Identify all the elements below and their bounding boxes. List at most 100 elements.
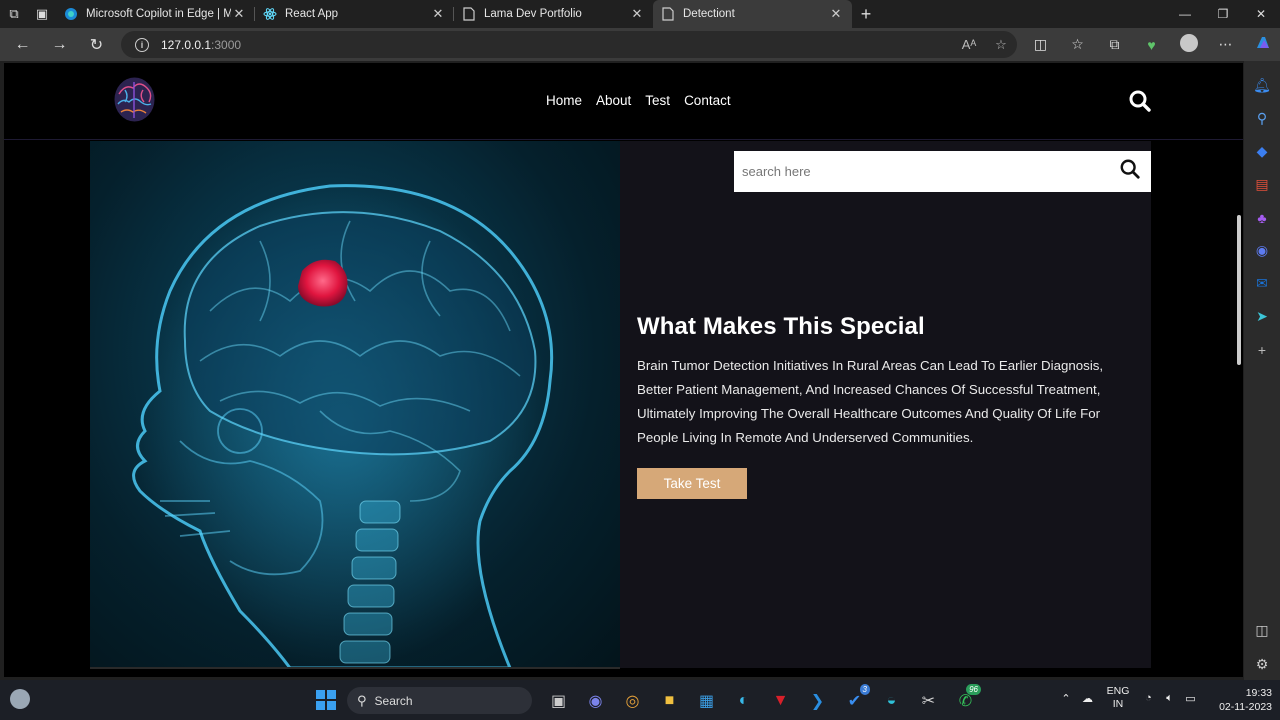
favorite-star-icon[interactable]: ☆	[985, 37, 1017, 53]
vscode-icon[interactable]: ❯	[799, 688, 836, 713]
browser-essentials-icon[interactable]: ♥	[1133, 37, 1170, 53]
weather-icon[interactable]	[10, 689, 30, 709]
tab-lama-dev-portfolio[interactable]: Lama Dev Portfolio ✕	[454, 0, 653, 28]
url-port: :3000	[211, 37, 242, 52]
microsoft-365-icon[interactable]: ◉	[1244, 234, 1280, 267]
taskbar-search[interactable]: ⚲ Search	[347, 687, 532, 714]
close-tab-icon[interactable]: ✕	[629, 6, 645, 22]
nav-about[interactable]: About	[596, 93, 631, 108]
page-icon	[462, 7, 476, 21]
system-tray: ⌃ ☁ ENG IN ◔ 🔈︎ ▭	[1055, 685, 1201, 711]
windows-taskbar: ⚲ Search ▣ ◉ ◎ ■ ▦ ◐ ▼ ❯ ✔ 3 ◒ ✂ ✆ 96 ⌃ ☁ …	[0, 680, 1280, 720]
chrome-icon[interactable]: ◎	[614, 688, 651, 713]
search-icon[interactable]	[1128, 89, 1152, 113]
tab-actions-icon[interactable]: ▣	[28, 0, 56, 28]
nav-test[interactable]: Test	[645, 93, 670, 108]
clock[interactable]: 19:33 02-11-2023	[1204, 686, 1272, 714]
copilot-icon[interactable]	[1244, 34, 1280, 55]
region-code: IN	[1112, 698, 1124, 710]
page-scrollbar[interactable]	[1237, 215, 1241, 365]
tab-detectiont[interactable]: Detectiont ✕	[653, 0, 852, 28]
tab-label: Microsoft Copilot in Edge | Micro	[86, 8, 231, 20]
taskbar-apps: ▣ ◉ ◎ ■ ▦ ◐ ▼ ❯ ✔ 3 ◒ ✂ ✆ 96	[540, 684, 984, 713]
language-indicator[interactable]: ENG IN	[1098, 685, 1138, 711]
brain-logo[interactable]	[113, 76, 156, 123]
todo-badge: 3	[859, 684, 870, 695]
tab-label: Detectiont	[683, 8, 735, 20]
more-menu-icon[interactable]: ⋯	[1207, 36, 1244, 53]
profile-avatar[interactable]	[1170, 34, 1207, 55]
react-icon	[263, 7, 277, 21]
task-view-icon[interactable]: ▣	[540, 688, 577, 713]
close-tab-icon[interactable]: ✕	[430, 6, 446, 22]
games-icon[interactable]: ♣	[1244, 201, 1280, 234]
section-heading: What Makes This Special	[637, 313, 925, 340]
tab-react-app[interactable]: React App ✕	[255, 0, 454, 28]
nav-contact[interactable]: Contact	[684, 93, 731, 108]
battery-icon[interactable]: ▭	[1180, 692, 1201, 705]
favorites-icon[interactable]: ☆	[1059, 36, 1096, 53]
search-icon[interactable]	[1119, 158, 1141, 185]
close-tab-icon[interactable]: ✕	[231, 6, 247, 22]
copilot-icon	[64, 7, 78, 21]
special-content: What Makes This Special Brain Tumor Dete…	[637, 313, 1117, 499]
workspaces-icon[interactable]: ⧉	[0, 0, 28, 28]
whatsapp-icon[interactable]: ✆ 96	[947, 684, 984, 713]
site-header: Home About Test Contact	[4, 63, 1243, 140]
lang-code: ENG	[1106, 685, 1130, 697]
page-icon	[661, 7, 675, 21]
clock-time: 19:33	[1245, 687, 1272, 699]
edge-sidebar: 🔔︎ ⚲ ◆ ▤ ♣ ◉ ✉ ➤ + ◫ ⚙	[1244, 61, 1280, 680]
refresh-icon[interactable]: ↻	[78, 28, 115, 61]
nav-home[interactable]: Home	[546, 93, 582, 108]
special-section: What Makes This Special Brain Tumor Dete…	[90, 141, 1151, 668]
tab-copilot[interactable]: Microsoft Copilot in Edge | Micro ✕	[56, 0, 255, 28]
sidebar-toggle-icon[interactable]: ◫	[1244, 614, 1280, 647]
read-aloud-icon[interactable]: Aᴬ	[953, 37, 985, 53]
back-icon[interactable]: ←	[4, 28, 41, 61]
window-controls: — ❐ ✕	[1166, 0, 1280, 28]
divider	[90, 667, 620, 669]
snipping-tool-icon[interactable]: ✂	[910, 688, 947, 713]
minimize-icon[interactable]: —	[1166, 0, 1204, 28]
volume-icon[interactable]: 🔈︎	[1159, 692, 1180, 705]
teams-chat-icon[interactable]: ◉	[577, 688, 614, 713]
maximize-icon[interactable]: ❐	[1204, 0, 1242, 28]
main-nav: Home About Test Contact	[546, 93, 745, 108]
search-bar	[734, 151, 1151, 192]
brain-xray-image	[90, 141, 620, 668]
notification-bell-icon[interactable]: 🔔︎	[1244, 69, 1280, 102]
microsoft-store-icon[interactable]: ▦	[688, 688, 725, 713]
new-tab-icon[interactable]: +	[852, 0, 880, 28]
site-info-icon[interactable]: i	[135, 37, 149, 52]
send-icon[interactable]: ➤	[1244, 300, 1280, 333]
close-window-icon[interactable]: ✕	[1242, 0, 1280, 28]
split-screen-icon[interactable]: ◫	[1022, 36, 1059, 53]
whatsapp-badge: 96	[966, 684, 981, 695]
outlook-icon[interactable]: ✉	[1244, 267, 1280, 300]
forward-icon[interactable]: →	[41, 28, 78, 61]
url-host: 127.0.0.1	[161, 37, 212, 52]
tools-briefcase-icon[interactable]: ▤	[1244, 168, 1280, 201]
mcafee-icon[interactable]: ▼	[762, 688, 799, 713]
take-test-button[interactable]: Take Test	[637, 468, 747, 499]
address-bar[interactable]: i 127.0.0.1 :3000 Aᴬ ☆	[121, 31, 1017, 58]
add-sidebar-icon[interactable]: +	[1244, 333, 1280, 366]
collections-icon[interactable]: ⧉	[1096, 36, 1133, 53]
search-icon: ⚲	[357, 692, 367, 708]
search-input[interactable]	[742, 164, 1119, 179]
tray-overflow-icon[interactable]: ⌃	[1055, 692, 1077, 705]
edge-beta-icon[interactable]: ◐	[725, 688, 762, 713]
search-sidebar-icon[interactable]: ⚲	[1244, 102, 1280, 135]
onedrive-icon[interactable]: ☁	[1077, 692, 1098, 705]
wifi-icon[interactable]: ◔	[1138, 692, 1159, 704]
tab-label: Lama Dev Portfolio	[484, 8, 582, 20]
todo-icon[interactable]: ✔ 3	[836, 684, 873, 713]
shopping-tag-icon[interactable]: ◆	[1244, 135, 1280, 168]
settings-gear-icon[interactable]: ⚙	[1244, 648, 1280, 681]
file-explorer-icon[interactable]: ■	[651, 688, 688, 713]
start-menu-icon[interactable]	[316, 690, 336, 710]
close-tab-icon[interactable]: ✕	[828, 6, 844, 22]
section-description: Brain Tumor Detection Initiatives In Rur…	[637, 358, 1104, 445]
edge-icon[interactable]: ◒	[873, 688, 910, 713]
